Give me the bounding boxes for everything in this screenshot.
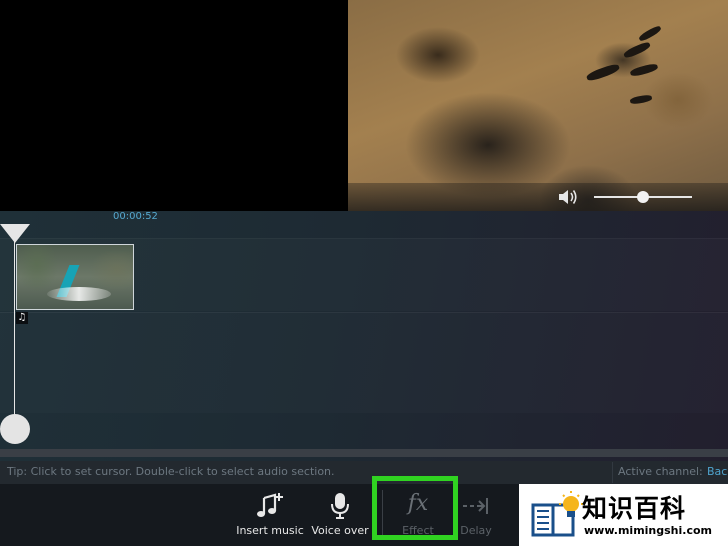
status-divider xyxy=(612,462,613,483)
voice-over-button[interactable]: Voice over xyxy=(310,488,370,544)
volume-icon[interactable] xyxy=(557,187,581,207)
insert-music-label: Insert music xyxy=(236,524,304,537)
clip-spray xyxy=(47,287,111,301)
music-note-icon: ♫ xyxy=(16,312,28,324)
playhead-marker[interactable] xyxy=(0,224,30,244)
delay-icon xyxy=(463,498,488,514)
active-channel-value[interactable]: Back xyxy=(707,465,728,478)
insert-music-button[interactable]: Insert music xyxy=(236,488,304,544)
book-lightbulb-logo xyxy=(531,491,583,537)
preview-black-area xyxy=(0,0,348,211)
video-clip-thumbnail[interactable] xyxy=(16,244,134,310)
tip-text: Tip: Click to set cursor. Double-click t… xyxy=(7,465,335,478)
volume-slider-thumb[interactable] xyxy=(637,191,649,203)
watermark-title: 知识百科 xyxy=(582,494,687,523)
shadow-figure xyxy=(637,24,663,43)
voice-over-label: Voice over xyxy=(311,524,369,537)
active-channel-label: Active channel: xyxy=(618,465,703,478)
timeline-scrollbar[interactable] xyxy=(0,449,728,457)
delay-button[interactable]: Delay xyxy=(458,488,494,544)
shadow-figure xyxy=(629,62,659,78)
shadow-figure xyxy=(585,62,621,83)
shadow-figure xyxy=(622,40,652,60)
video-preview[interactable] xyxy=(348,0,728,211)
insert-music-icon xyxy=(257,493,283,517)
delay-label: Delay xyxy=(460,524,492,537)
playhead-knob[interactable] xyxy=(0,414,30,444)
effect-highlight-box xyxy=(372,476,458,540)
microphone-icon xyxy=(331,493,349,519)
watermark-url: www.mimingshi.com xyxy=(584,524,712,537)
audio-track[interactable] xyxy=(0,312,728,413)
timecode-label: 00:00:52 xyxy=(113,211,158,222)
shadow-figure xyxy=(629,94,653,105)
playhead-line xyxy=(14,240,15,430)
